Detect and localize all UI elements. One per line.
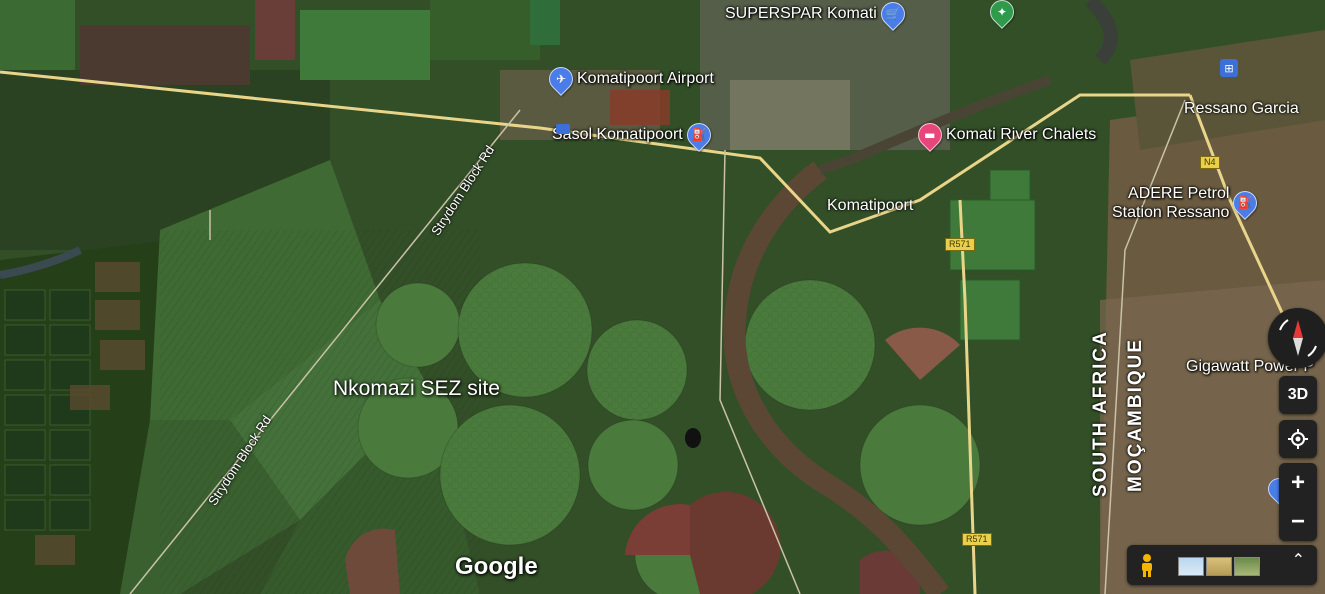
zoom-out-button[interactable]: − xyxy=(1279,502,1317,541)
satellite-map[interactable]: SUPERSPAR Komati 🛒 ✦ ✈ Komatipoort Airpo… xyxy=(0,0,1325,594)
zoom-in-button[interactable]: + xyxy=(1279,463,1317,502)
country-label-mozambique: MOÇAMBIQUE xyxy=(1125,337,1146,492)
sez-site-annotation: Nkomazi SEZ site xyxy=(333,377,500,400)
layer-thumb-terrain[interactable] xyxy=(1206,557,1232,576)
chalets-label: Komati River Chalets xyxy=(946,126,1097,143)
sasol-marker[interactable]: Sasol Komatipoort ⛽ xyxy=(552,118,716,152)
airport-label: Komatipoort Airport xyxy=(577,70,714,87)
route-shield-n4: N4 xyxy=(1200,156,1220,169)
sasol-label: Sasol Komatipoort xyxy=(552,126,683,143)
superspar-label: SUPERSPAR Komati xyxy=(725,5,877,22)
bus-stop-icon[interactable] xyxy=(556,124,570,134)
adere-label: ADERE Petrol Station Ressano xyxy=(1112,185,1230,221)
green-place-marker[interactable]: ✦ xyxy=(985,0,1019,29)
crosshair-icon xyxy=(1288,429,1308,449)
pegman-icon[interactable] xyxy=(1137,553,1157,577)
3d-toggle-button[interactable]: 3D xyxy=(1279,376,1317,414)
town-komatipoort[interactable]: Komatipoort xyxy=(827,197,913,215)
airplane-icon: ✈ xyxy=(544,62,578,96)
my-location-button[interactable] xyxy=(1279,420,1317,458)
compass-icon xyxy=(1279,319,1317,357)
google-logo: Google xyxy=(455,553,538,580)
bed-icon: ▬ xyxy=(913,118,947,152)
train-station-icon[interactable]: ⊞ xyxy=(1220,59,1238,77)
route-shield-r571: R571 xyxy=(962,533,992,546)
layer-thumb-satellite[interactable] xyxy=(1234,557,1260,576)
layer-thumb-sky[interactable] xyxy=(1178,557,1204,576)
adere-marker[interactable]: ADERE Petrol Station Ressano ⛽ xyxy=(1112,184,1263,222)
fuel-pump-icon: ⛽ xyxy=(681,118,716,152)
superspar-marker[interactable]: SUPERSPAR Komati 🛒 xyxy=(725,0,910,31)
compass-control[interactable] xyxy=(1268,308,1325,368)
layers-bar: ⌃ xyxy=(1127,545,1317,585)
country-label-south-africa: SOUTH AFRICA xyxy=(1090,330,1111,497)
airport-marker[interactable]: ✈ Komatipoort Airport xyxy=(544,62,714,96)
expand-chevron-icon[interactable]: ⌃ xyxy=(1292,552,1305,568)
chalets-marker[interactable]: ▬ Komati River Chalets xyxy=(913,118,1097,152)
zoom-control: + − xyxy=(1279,463,1317,541)
fuel-pump-icon: ⛽ xyxy=(1228,186,1263,220)
town-ressano-garcia[interactable]: Ressano Garcia xyxy=(1184,100,1299,118)
route-shield-r571: R571 xyxy=(945,238,975,251)
